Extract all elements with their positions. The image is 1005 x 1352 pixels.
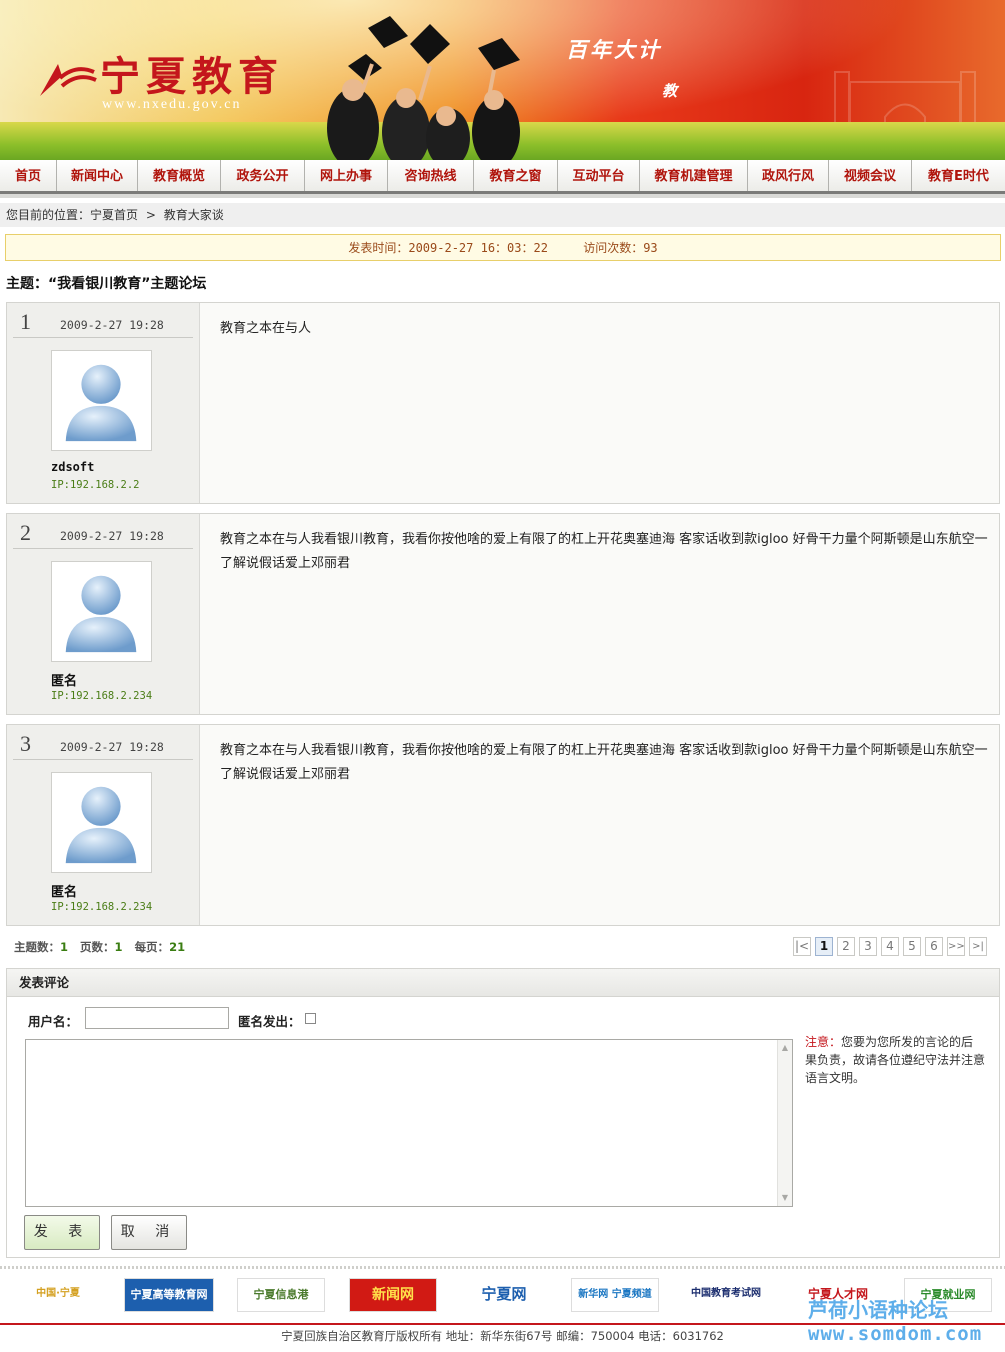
username-input[interactable] [85,1007,229,1029]
post-username: 匿名 [51,885,78,900]
post-divider [13,759,193,760]
post-divider [13,337,193,338]
graduates-illustration [327,16,520,160]
forum-post: 2 2009-2-27 19:28 匿名 IP:192.168.2.234 教育… [6,513,1000,715]
post-number: 1 [20,309,31,334]
topics-count: 1 [60,940,69,954]
breadcrumb-separator: > [145,208,156,222]
nav-video-conference[interactable]: 视频会议 [829,160,912,191]
post-author-panel: 2 2009-2-27 19:28 匿名 IP:192.168.2.234 [7,514,200,714]
nav-online-services[interactable]: 网上办事 [305,160,388,191]
partner-link-exam[interactable]: 中国教育考试网 [682,1278,770,1312]
username-label: 用户名： [28,1014,79,1029]
per-page-label: 每页： [134,940,170,954]
forum-post: 3 2009-2-27 19:28 匿名 IP:192.168.2.234 教育… [6,724,1000,926]
partner-link-ningxia-net[interactable]: 宁夏网 [460,1278,548,1312]
post-ip: IP:192.168.2.234 [51,901,153,913]
first-page-button[interactable]: |< [793,937,811,956]
notice-label: 注意： [805,1035,842,1049]
main-nav: 首页 新闻中心 教育概览 政务公开 网上办事 咨询热线 教育之窗 互动平台 教育… [0,160,1005,194]
post-number: 2 [20,520,31,545]
nav-e-era[interactable]: 教育E时代 [912,160,1005,191]
footer-divider [0,1266,1005,1269]
post-author-panel: 1 2009-2-27 19:28 zdsoft IP:192.168.2.2 [7,303,200,503]
cancel-comment-button[interactable]: 取 消 [111,1215,187,1250]
breadcrumb: 您目前的位置：宁夏首页 > 教育大家谈 [0,203,1005,227]
comment-form: 发表评论 用户名： 匿名发出： ▲ ▼ 注意：您要为您所发的言论的后果负责，故请… [6,968,1000,1258]
post-date: 2009-2-27 19:28 [60,740,164,754]
breadcrumb-current-link[interactable]: 教育大家谈 [164,208,224,222]
page-button-5[interactable]: 5 [903,937,921,956]
post-content: 教育之本在与人我看银川教育，我看你按他啥的爱上有限了的杠上开花奥塞迪海 客家话收… [220,532,988,571]
submit-comment-button[interactable]: 发 表 [24,1215,100,1250]
pages-count: 1 [114,940,123,954]
site-logo-text[interactable]: 宁夏教育 [100,44,284,102]
post-content: 教育之本在与人我看银川教育，我看你按他啥的爱上有限了的杠上开花奥塞迪海 客家话收… [220,743,988,782]
post-username: zdsoft [51,460,95,474]
post-content: 教育之本在与人 [220,321,312,336]
page-button-6[interactable]: 6 [925,937,943,956]
breadcrumb-home-link[interactable]: 宁夏首页 [90,208,138,222]
topic-title: 主题：“我看银川教育”主题论坛 [6,276,207,292]
nav-interactive-platform[interactable]: 互动平台 [558,160,640,191]
anonymous-checkbox[interactable] [305,1013,316,1024]
textarea-scrollbar[interactable]: ▲ ▼ [777,1040,792,1206]
nav-home[interactable]: 首页 [0,160,57,191]
post-username: 匿名 [51,674,78,689]
book-logo-icon [40,64,97,96]
watermark-line2: www.somdom.com [808,1323,983,1345]
nav-consult-hotline[interactable]: 咨询热线 [388,160,474,191]
comment-textarea[interactable] [25,1039,793,1207]
nav-news-center[interactable]: 新闻中心 [57,160,138,191]
last-page-button[interactable]: >| [969,937,987,956]
breadcrumb-prefix: 您目前的位置： [6,208,91,222]
pagination: |< 1 2 3 4 5 6 >> >| [793,937,987,956]
scroll-up-icon[interactable]: ▲ [780,1043,790,1053]
nav-government-affairs[interactable]: 政务公开 [221,160,305,191]
partner-link-higher-education[interactable]: 宁夏高等教育网 [124,1278,214,1312]
partner-link-xinhua[interactable]: 新华网 宁夏频道 [571,1278,659,1312]
partner-link-china-ningxia[interactable]: 中国·宁夏 [12,1278,104,1312]
nav-infrastructure-management[interactable]: 教育机建管理 [640,160,748,191]
nav-education-overview[interactable]: 教育概览 [138,160,221,191]
post-date: 2009-2-27 19:28 [60,529,164,543]
page-button-3[interactable]: 3 [859,937,877,956]
post-author-panel: 3 2009-2-27 19:28 匿名 IP:192.168.2.234 [7,725,200,925]
topics-label: 主题数： [14,940,60,954]
comment-heading: 发表评论 [7,969,999,997]
post-time: 发表时间：2009-2-27 16：03：22 [348,241,548,255]
watermark-line1: 芦荷小语种论坛 [808,1298,948,1322]
partner-link-news[interactable]: 新闻网 [349,1278,437,1312]
post-date: 2009-2-27 19:28 [60,318,164,332]
site-banner: 宁夏教育 www.nxedu.gov.cn 百年大计 教 [0,0,1005,160]
page-button-1[interactable]: 1 [815,937,833,956]
scroll-down-icon[interactable]: ▼ [780,1193,790,1203]
post-meta-bar: 发表时间：2009-2-27 16：03：22 访问次数：93 [5,234,1001,261]
visit-count: 访问次数：93 [583,241,658,255]
anonymous-label: 匿名发出： [238,1014,301,1029]
per-page-count: 21 [169,940,186,954]
post-divider [13,548,193,549]
page-button-4[interactable]: 4 [881,937,899,956]
avatar-icon [51,561,152,662]
avatar-icon [51,350,152,451]
banner-slogan: 百年大计 [566,38,662,62]
post-number: 3 [20,731,31,756]
forum-post: 1 2009-2-27 19:28 zdsoft IP:192.168.2.2 … [6,302,1000,504]
banner-slogan-sub: 教 [662,82,678,100]
nav-conduct[interactable]: 政风行风 [748,160,829,191]
post-ip: IP:192.168.2.234 [51,690,153,702]
site-url: www.nxedu.gov.cn [102,97,242,112]
forum-stats: 主题数：1 页数：1 每页：21 [14,939,185,955]
partner-link-info-port[interactable]: 宁夏信息港 [237,1278,325,1312]
next-page-button[interactable]: >> [947,937,965,956]
pages-label: 页数： [80,940,115,954]
site-watermark: 芦荷小语种论坛 www.somdom.com [808,1298,982,1346]
nav-divider [0,194,1005,198]
post-ip: IP:192.168.2.2 [51,479,140,491]
nav-education-window[interactable]: 教育之窗 [474,160,558,191]
comment-notice: 注意：您要为您所发的言论的后果负责，故请各位遵纪守法并注意语言文明。 [805,1033,985,1087]
page-button-2[interactable]: 2 [837,937,855,956]
avatar-icon [51,772,152,873]
